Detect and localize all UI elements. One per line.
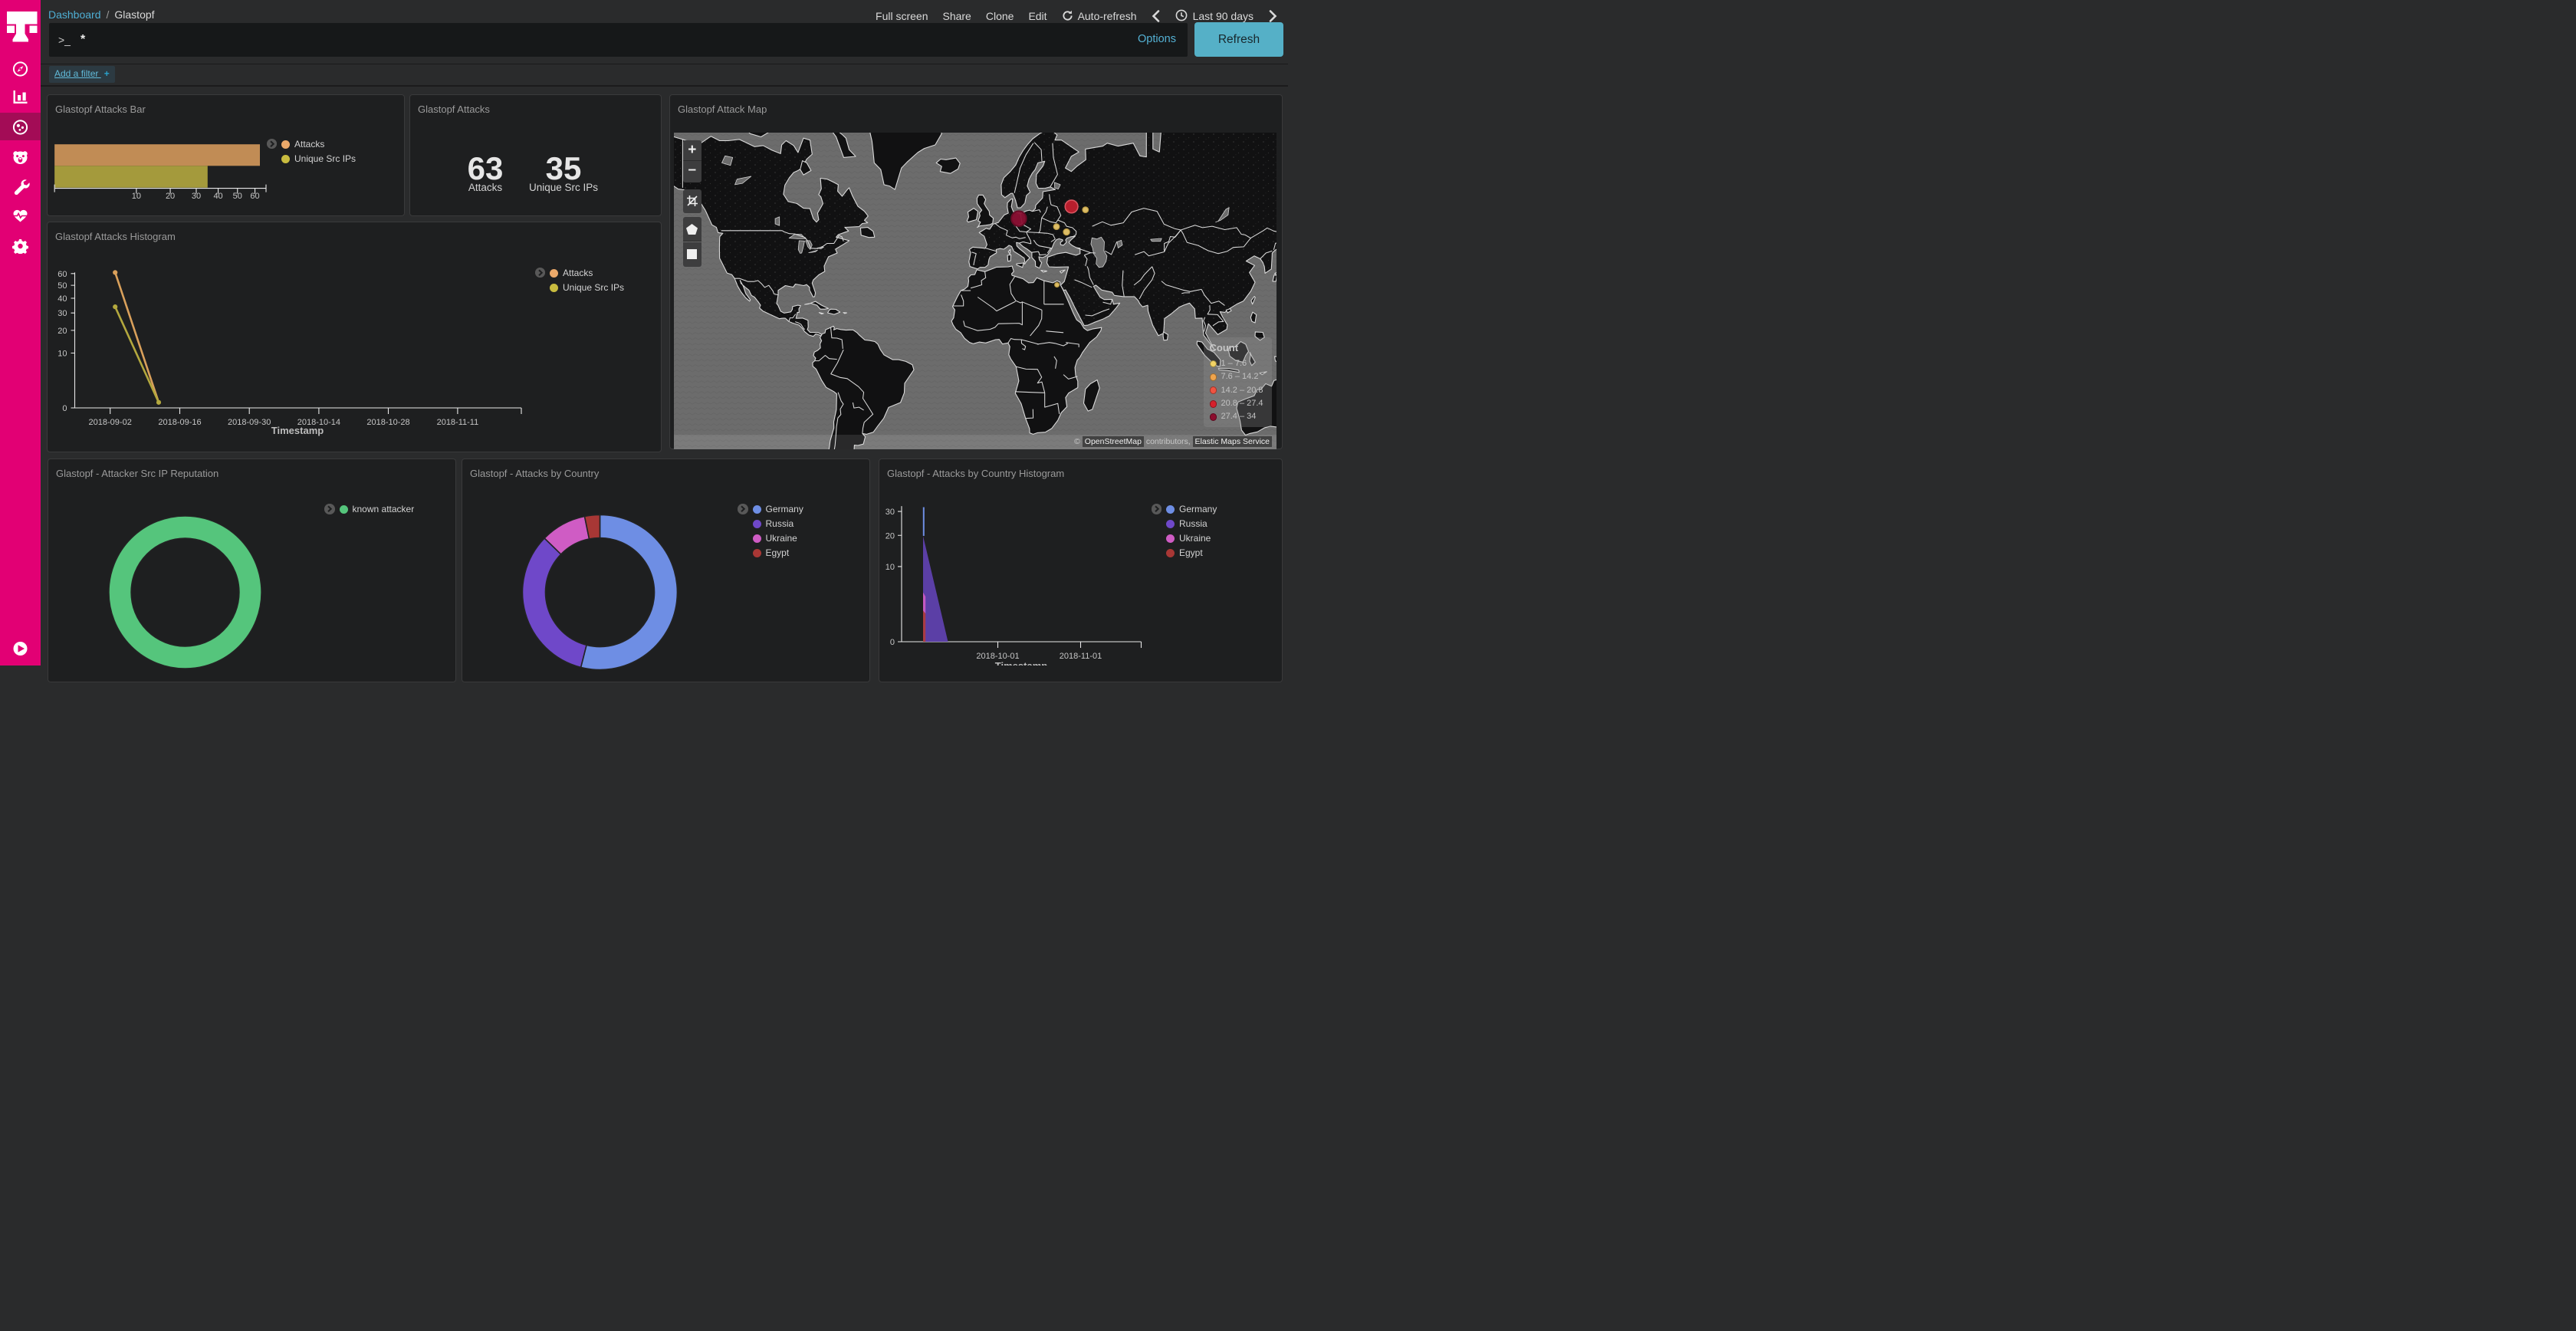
svg-text:20: 20 [886, 531, 895, 541]
svg-text:Timestamp: Timestamp [271, 425, 324, 436]
svg-text:2018-09-16: 2018-09-16 [158, 418, 201, 427]
svg-text:30: 30 [886, 508, 895, 517]
svg-text:2018-09-02: 2018-09-02 [89, 418, 132, 427]
svg-text:2018-09-30: 2018-09-30 [228, 418, 271, 427]
svg-text:20: 20 [58, 327, 67, 336]
svg-text:10: 10 [886, 563, 895, 572]
svg-text:0: 0 [62, 404, 67, 413]
svg-text:40: 40 [58, 294, 67, 304]
svg-text:Timestamp: Timestamp [995, 660, 1047, 666]
svg-text:60: 60 [58, 270, 67, 279]
svg-text:2018-11-01: 2018-11-01 [1060, 652, 1102, 661]
svg-text:10: 10 [58, 349, 67, 358]
svg-text:30: 30 [58, 309, 67, 318]
svg-text:2018-10-28: 2018-10-28 [366, 418, 409, 427]
svg-text:2018-11-11: 2018-11-11 [437, 418, 479, 427]
svg-text:50: 50 [58, 281, 67, 291]
svg-text:0: 0 [890, 638, 895, 647]
